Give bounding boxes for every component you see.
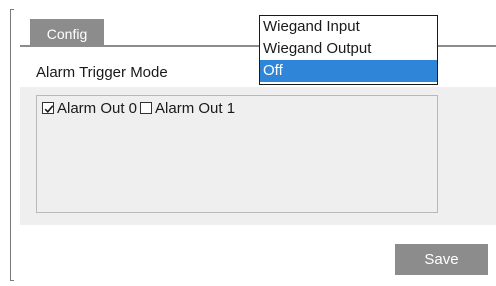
save-button[interactable]: Save xyxy=(395,244,488,275)
alarm-output-checkboxes: Alarm Out 0 Alarm Out 1 xyxy=(42,98,238,118)
frame-border xyxy=(10,9,14,281)
alarm-trigger-mode-label: Alarm Trigger Mode xyxy=(36,64,168,81)
option-wiegand-output[interactable]: Wiegand Output xyxy=(260,38,437,60)
checkmark-icon xyxy=(44,105,54,113)
alarm-out-1-checkbox[interactable] xyxy=(140,102,153,114)
alarm-out-1-label: Alarm Out 1 xyxy=(155,99,236,117)
config-page: Config Alarm Trigger Mode Alarm Out 0 Al… xyxy=(0,0,496,286)
alarm-out-0-checkbox[interactable] xyxy=(42,102,54,114)
option-wiegand-input[interactable]: Wiegand Input xyxy=(260,16,437,38)
alarm-out-0-label: Alarm Out 0 xyxy=(57,99,138,117)
tab-config[interactable]: Config xyxy=(30,19,104,47)
alarm-trigger-mode-dropdown[interactable]: Wiegand Input Wiegand Output Off xyxy=(259,15,438,85)
option-off[interactable]: Off xyxy=(260,60,437,82)
